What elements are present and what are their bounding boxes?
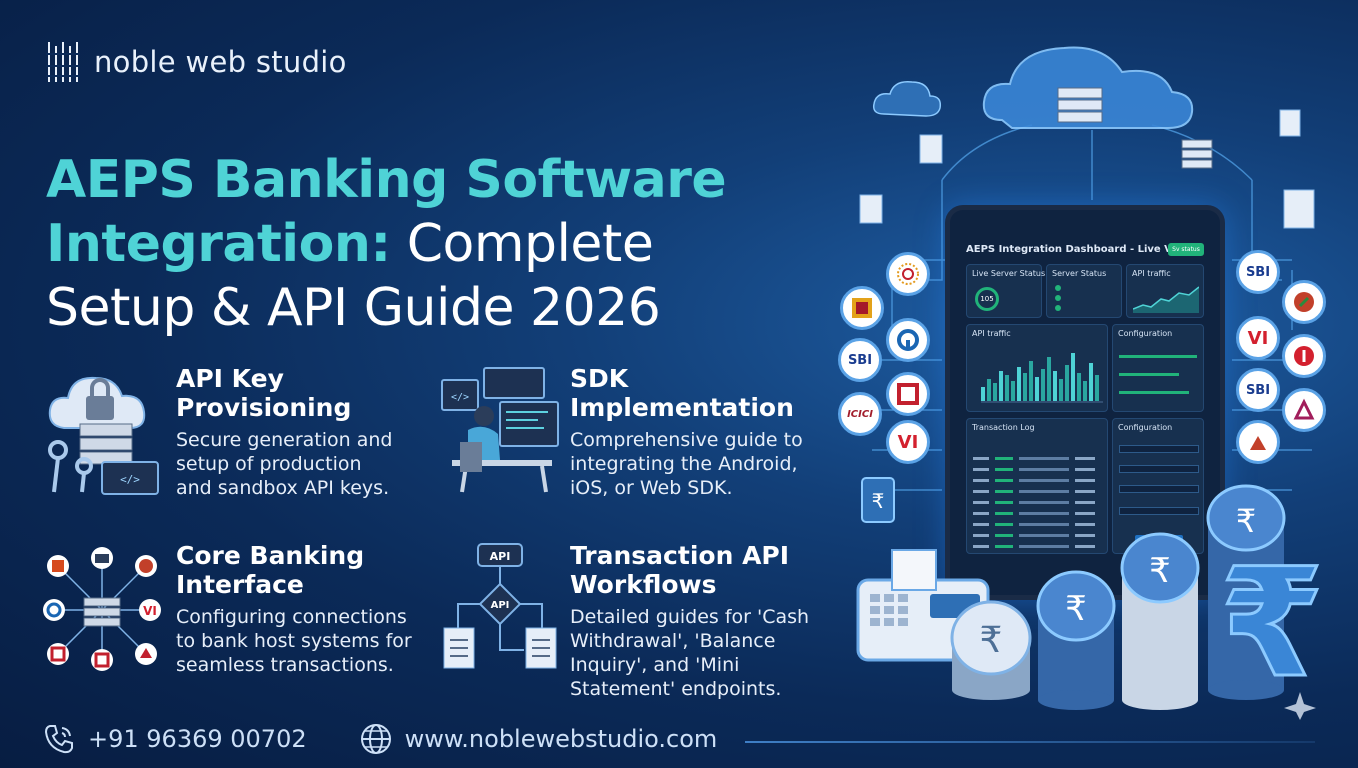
panel-label: Configuration (1118, 329, 1173, 338)
brand-name: noble web studio (94, 45, 347, 79)
chart-bar (1023, 373, 1027, 401)
config-field[interactable] (1119, 445, 1199, 453)
svg-text:</>: </> (451, 392, 469, 403)
svg-text:</>: </> (120, 473, 140, 486)
brand: noble web studio (46, 40, 347, 84)
aadhaar-logo-icon (886, 252, 930, 296)
title-line-2-rest: Complete (390, 214, 654, 274)
page-title: AEPS Banking Software Integration: Compl… (46, 148, 806, 340)
chart-bar (1017, 367, 1021, 401)
chart-bar (1053, 371, 1057, 401)
chart-bar (1059, 379, 1063, 401)
footer-divider (745, 741, 1315, 743)
sbi-symbol-icon (886, 318, 930, 362)
svg-text:₹: ₹ (1220, 537, 1322, 711)
title-line-2-accent: Integration: (46, 214, 391, 274)
chart-bar (999, 371, 1003, 401)
chart-bar (1071, 353, 1075, 401)
api-traffic-sparkline (1133, 286, 1199, 313)
chart-bar (1047, 357, 1051, 401)
feature-core-banking: Core Banking Interface Configuring connec… (176, 541, 436, 677)
dashboard-title: AEPS Integration Dashboard - Live View (966, 244, 1192, 255)
dashboard-status-button[interactable]: Sv status (1168, 243, 1204, 256)
pnb-logo-icon (840, 286, 884, 330)
svg-text:₹: ₹ (980, 620, 1003, 661)
feature-title: Transaction API Workflows (570, 541, 790, 599)
chart-bar (1089, 363, 1093, 401)
bank-emblem-icon (1236, 420, 1280, 464)
chart-bar (1083, 381, 1087, 401)
footer-phone[interactable]: +91 96369 00702 (88, 725, 307, 753)
server-gauge: 105 (975, 287, 999, 311)
feature-transaction-api: Transaction API Workflows Detailed guides… (570, 541, 832, 701)
axis-logo-icon (1282, 388, 1326, 432)
bob-logo-icon (886, 372, 930, 416)
panel-label: Transaction Log (972, 423, 1035, 432)
panel-label: Configuration (1118, 423, 1173, 432)
developer-workstation-icon: </> (441, 367, 559, 493)
svg-text:₹: ₹ (1236, 502, 1256, 540)
svg-text:VI: VI (143, 604, 157, 618)
feature-title: SDK Implementation (570, 364, 794, 422)
feature-sdk: SDK Implementation Comprehensive guide to… (570, 364, 830, 500)
feature-api-key: API Key Provisioning Secure generation an… (176, 364, 426, 500)
chart-bar (1095, 375, 1099, 401)
table-row[interactable] (973, 453, 1103, 464)
chart-bar (981, 387, 985, 401)
phone-icon (44, 725, 73, 754)
chart-bar (993, 383, 997, 401)
chart-bar (1077, 373, 1081, 401)
title-line-1: AEPS Banking Software (46, 150, 727, 210)
feature-desc: Comprehensive guide to integrating the An… (570, 429, 803, 499)
title-line-3: Setup & API Guide 2026 (46, 278, 661, 338)
feature-title: Core Banking Interface (176, 541, 365, 599)
live-server-status-panel: Live Server Status 105 (966, 264, 1046, 318)
panel-label: API traffic (972, 329, 1011, 338)
chart-bar (1041, 369, 1045, 401)
footer: +91 96369 00702 www.noblewebstudio.com (42, 722, 717, 756)
api-traffic-panel: API traffic (1126, 264, 1204, 318)
coins-rupee-illustration: ₹ ₹ ₹ ₹ ₹ (856, 484, 1322, 720)
feature-desc: Detailed guides for 'Cash Withdrawal', 'B… (570, 606, 810, 700)
vi-logo-left: VI (886, 420, 930, 464)
panel-label: API traffic (1132, 269, 1171, 278)
chart-bar (1065, 365, 1069, 401)
panel-label: Live Server Status (972, 269, 1046, 278)
api-traffic-bar-chart (981, 353, 1103, 403)
chart-bar (1011, 381, 1015, 401)
feature-desc: Secure generation and setup of production… (176, 429, 393, 499)
chart-bar (987, 379, 991, 401)
svg-text:API: API (491, 600, 510, 611)
sbi-logo-left: SBI (838, 338, 882, 382)
title-line-2: Integration: Complete (46, 212, 806, 276)
chart-bar (1029, 361, 1033, 401)
globe-icon (360, 724, 391, 754)
brand-logo-icon (46, 42, 80, 82)
chart-bar (1035, 377, 1039, 401)
sbi-logo-right-1: SBI (1236, 250, 1280, 294)
svg-text:₹: ₹ (1065, 589, 1087, 629)
api-traffic-chart-panel: API traffic (966, 324, 1108, 412)
server-status-panel: Server Status (1046, 264, 1122, 318)
cloud-lock-key-icon: </> (48, 376, 159, 495)
vi-logo-right: VI (1236, 316, 1280, 360)
icici-logo: ICICI (838, 392, 882, 436)
panel-label: Server Status (1052, 269, 1107, 278)
canara-logo-icon (1282, 280, 1326, 324)
idfc-logo-icon (1282, 334, 1326, 378)
svg-text:API: API (490, 550, 511, 563)
svg-text:₹: ₹ (1149, 551, 1171, 591)
feature-title: API Key Provisioning (176, 364, 352, 422)
configuration-panel: Configuration (1112, 324, 1204, 412)
sbi-logo-right-2: SBI (1236, 368, 1280, 412)
chart-bar (1005, 375, 1009, 401)
api-workflow-icon: API API (443, 543, 557, 669)
feature-desc: Configuring connections to bank host syst… (176, 606, 412, 676)
bank-network-icon: VI (43, 547, 161, 671)
footer-website[interactable]: www.noblewebstudio.com (405, 725, 718, 753)
